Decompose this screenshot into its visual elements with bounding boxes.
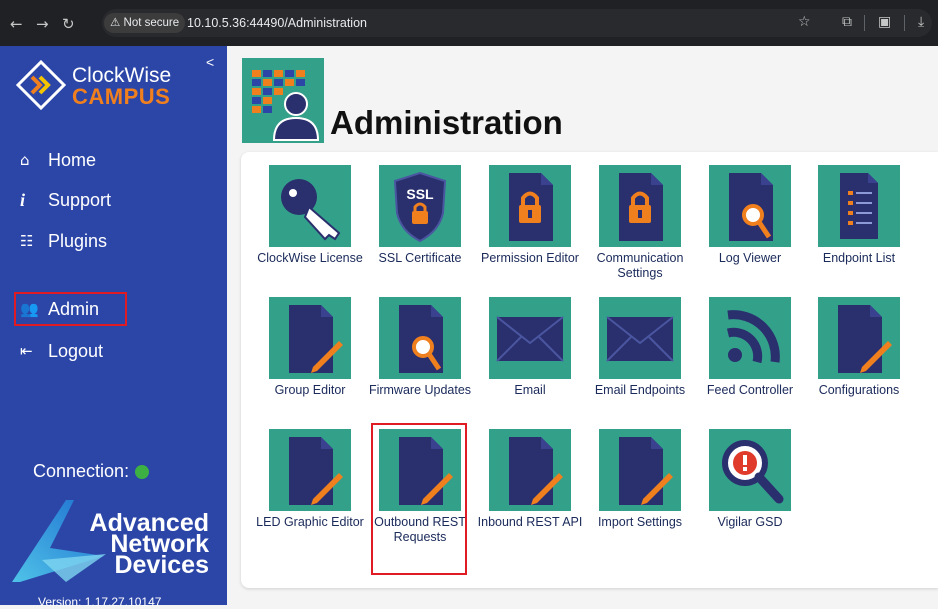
browser-toolbar: ← → ↻ ⚠ Not secure 10.10.5.36:44490/Admi… [0, 0, 938, 46]
clockwise-logo-icon [16, 60, 66, 110]
star-icon[interactable]: ☆ [798, 14, 811, 30]
page-title: Administration [330, 104, 563, 141]
search-document-icon [709, 165, 791, 247]
reading-icon[interactable]: ▣ [878, 14, 891, 30]
tile-permission-editor[interactable]: Permission Editor [476, 165, 584, 266]
sidebar: < ClockWise CAMPUS ⌂ Home i Support ☷ Pl… [0, 46, 227, 609]
not-secure-badge[interactable]: ⚠ Not secure [104, 13, 186, 33]
sidebar-item-label: Support [48, 189, 112, 210]
sidebar-item-label: Home [48, 149, 97, 170]
connection-label: Connection: [33, 461, 130, 481]
connection-status: Connection: [33, 461, 150, 482]
edit-document-icon [269, 297, 351, 379]
edit-document-icon [269, 429, 351, 511]
alert-search-icon [709, 429, 791, 511]
users-icon: 👥 [20, 300, 39, 318]
tile-configurations[interactable]: Configurations [805, 297, 913, 398]
ssl-shield-icon: SSL [379, 165, 461, 247]
reload-icon[interactable]: ↻ [62, 15, 75, 33]
lock-document-icon [489, 165, 571, 247]
back-icon[interactable]: ← [10, 15, 23, 33]
sidebar-item-support[interactable]: i Support [20, 185, 111, 215]
tile-email[interactable]: Email [476, 297, 584, 398]
tile-label: Group Editor [274, 383, 346, 397]
tile-communication-settings[interactable]: Communication Settings [586, 165, 694, 281]
tile-firmware-updates[interactable]: Firmware Updates [366, 297, 474, 398]
envelope-icon [599, 297, 681, 379]
version-text: Version: 1.17.27.10147 [38, 595, 162, 609]
sidebar-item-label: Admin [48, 298, 100, 319]
toolbar-divider [904, 15, 905, 31]
envelope-icon [489, 297, 571, 379]
forward-icon[interactable]: → [36, 15, 49, 33]
tile-email-endpoints[interactable]: Email Endpoints [586, 297, 694, 398]
logo-text-campus: CAMPUS [72, 84, 171, 109]
sidebar-item-logout[interactable]: ⇤ Logout [20, 336, 103, 366]
edit-document-icon [599, 429, 681, 511]
tile-label: Log Viewer [718, 251, 782, 265]
tile-label: Endpoint List [822, 251, 896, 265]
tile-label: Import Settings [597, 515, 683, 529]
tile-label: Vigilar GSD [717, 515, 783, 529]
sidebar-item-plugins[interactable]: ☷ Plugins [20, 226, 107, 256]
tile-label: SSL Certificate [378, 251, 462, 265]
plugins-icon: ☷ [20, 232, 34, 250]
tile-label: Inbound REST API [477, 515, 583, 529]
sidebar-item-admin[interactable]: 👥 Admin [20, 294, 99, 324]
tile-ssl-certificate[interactable]: SSL SSL Certificate [366, 165, 474, 266]
sidebar-item-label: Logout [48, 340, 104, 361]
administration-header-icon [242, 58, 324, 143]
outbound-highlight-box [371, 423, 467, 575]
tile-label: Firmware Updates [368, 383, 472, 397]
list-document-icon [818, 165, 900, 247]
search-document-icon [379, 297, 461, 379]
download-icon[interactable]: ⤓ [918, 14, 924, 30]
tile-label: LED Graphic Editor [256, 515, 364, 529]
edit-document-icon [818, 297, 900, 379]
collapse-sidebar-button[interactable]: < [206, 54, 214, 70]
logout-icon: ⇤ [20, 342, 33, 360]
rss-icon [709, 297, 791, 379]
key-icon [269, 165, 351, 247]
tile-log-viewer[interactable]: Log Viewer [696, 165, 804, 266]
edit-document-icon [489, 429, 571, 511]
tile-endpoint-list[interactable]: Endpoint List [805, 165, 913, 266]
sidebar-item-home[interactable]: ⌂ Home [20, 145, 96, 175]
tile-label: Email [514, 383, 546, 397]
tile-group-editor[interactable]: Group Editor [256, 297, 364, 398]
tile-label: ClockWise License [257, 251, 363, 265]
toolbar-divider [864, 15, 865, 31]
tile-label: Communication Settings [596, 251, 684, 280]
connection-status-dot [135, 464, 150, 479]
tile-clockwise-license[interactable]: ClockWise License [256, 165, 364, 266]
and-text-devices: Devices [114, 551, 209, 579]
tile-vigilar-gsd[interactable]: Vigilar GSD [696, 429, 804, 530]
tile-label: Email Endpoints [594, 383, 686, 397]
info-icon: i [20, 189, 26, 210]
sidebar-item-label: Plugins [48, 230, 108, 251]
tile-label: Feed Controller [706, 383, 794, 397]
lock-document-icon [599, 165, 681, 247]
tile-feed-controller[interactable]: Feed Controller [696, 297, 804, 398]
tile-label: Permission Editor [481, 251, 579, 265]
url-text[interactable]: 10.10.5.36:44490/Administration [187, 16, 367, 30]
not-secure-label: Not secure [123, 17, 180, 29]
extensions-icon[interactable]: ⧉ [842, 14, 852, 30]
tile-import-settings[interactable]: Import Settings [586, 429, 694, 530]
ssl-text: SSL [406, 186, 434, 202]
home-icon: ⌂ [20, 151, 30, 169]
tile-label: Configurations [818, 383, 900, 397]
tile-inbound-rest-api[interactable]: Inbound REST API [476, 429, 584, 530]
tile-led-graphic-editor[interactable]: LED Graphic Editor [256, 429, 364, 530]
